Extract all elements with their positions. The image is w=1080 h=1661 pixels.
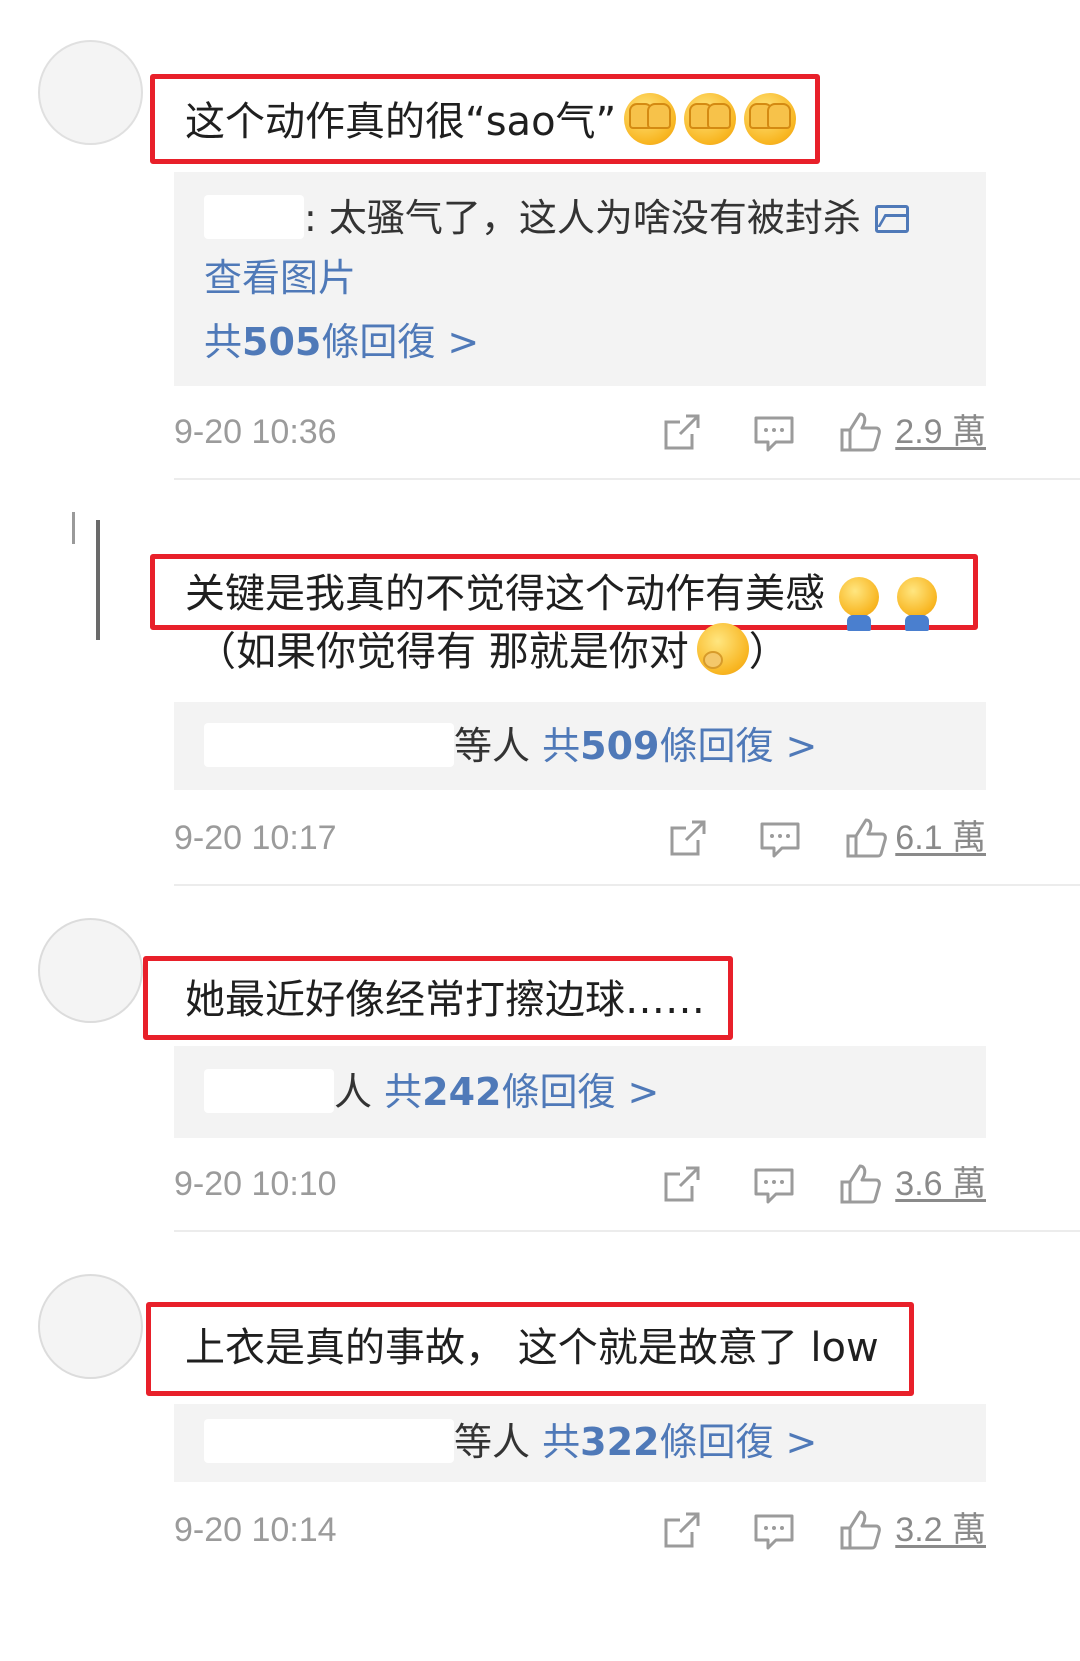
comment-meta-bar: 9-20 10:14 3.2 萬 <box>174 1500 986 1560</box>
comment-card-3: 她最近好像经常打擦边球…… 人 共242條回復 > 9-20 10:10 3.6… <box>0 888 1080 1234</box>
replies-suffix: 條回復 > <box>659 724 818 768</box>
replies-suffix: 條回復 > <box>659 1420 818 1464</box>
comment-text-content: 她最近好像经常打擦边球…… <box>185 977 705 1023</box>
reply-preview-block[interactable]: 等人 共322條回復 > <box>174 1404 986 1482</box>
comment-icon[interactable] <box>752 1162 796 1206</box>
comment-card-2: 关键是我真的不觉得这个动作有美感 （如果你觉得有 那就是你对 ） 等人 共509條… <box>0 480 1080 888</box>
comment-time: 9-20 10:14 <box>174 1511 337 1549</box>
comment-text-content: 关键是我真的不觉得这个动作有美感 <box>185 571 825 617</box>
comment-text: 关键是我真的不觉得这个动作有美感 <box>185 562 1050 631</box>
reply-preview-block[interactable]: : 太骚气了，这人为啥没有被封杀 查看图片 共505條回復 > <box>174 172 986 386</box>
replies-count: 509 <box>580 724 660 768</box>
face-covering-eyes-emoji-icon <box>624 93 677 145</box>
comment-card-4: 上衣是真的事故， 这个就是故意了 low 等人 共322條回復 > 9-20 1… <box>0 1234 1080 1661</box>
redacted-username <box>204 195 304 239</box>
comment-subtext: （如果你觉得有 那就是你对 ） <box>196 622 789 682</box>
replies-prefix: 共 <box>542 724 581 768</box>
comment-card-1: 这个动作真的很“sao气” : 太骚气了，这人为啥没有被封杀 查看图片 共505… <box>0 0 1080 480</box>
thumbs-up-icon[interactable] <box>838 410 882 454</box>
sweat-smile-emoji-icon <box>839 577 879 631</box>
comment-time: 9-20 10:36 <box>174 413 337 451</box>
replies-prefix: 共 <box>384 1070 423 1114</box>
view-image-label: 查看图片 <box>204 256 357 300</box>
comment-text-content: 这个动作真的很“sao气” <box>185 99 617 145</box>
thumbs-up-icon[interactable] <box>838 1508 882 1552</box>
redacted-usernames <box>204 723 454 767</box>
comment-icon[interactable] <box>752 410 796 454</box>
thinking-face-emoji-icon <box>696 623 749 675</box>
replies-count: 505 <box>242 320 322 364</box>
replies-count: 322 <box>580 1420 660 1464</box>
divider <box>174 884 1080 886</box>
view-replies-line: 人 共242條回復 > <box>204 1064 659 1120</box>
comment-time: 9-20 10:17 <box>174 819 337 857</box>
comment-meta-bar: 9-20 10:17 6.1 萬 <box>174 808 986 868</box>
reply-preview-block[interactable]: 人 共242條回復 > <box>174 1046 986 1138</box>
comment-icon[interactable] <box>752 1508 796 1552</box>
like-count[interactable]: 2.9 萬 <box>895 402 986 462</box>
view-replies-link[interactable]: 共509條回復 > <box>542 724 817 768</box>
view-image-link[interactable]: 查看图片 <box>204 250 356 306</box>
comment-text: 她最近好像经常打擦边球…… <box>185 968 1050 1032</box>
view-replies-link[interactable]: 共505條回復 > <box>204 314 479 370</box>
reply-preview-block[interactable]: 等人 共509條回復 > <box>174 702 986 790</box>
reply-others-label: 等人 <box>454 724 531 768</box>
view-replies-line: 等人 共509條回復 > <box>204 718 817 774</box>
replies-suffix: 條回復 > <box>501 1070 660 1114</box>
face-covering-eyes-emoji-icon <box>684 93 737 145</box>
redacted-usernames <box>204 1419 454 1463</box>
reply-others-label: 等人 <box>454 1420 531 1464</box>
comment-icon[interactable] <box>758 816 802 860</box>
comment-text: 上衣是真的事故， 这个就是故意了 low <box>185 1316 1050 1380</box>
like-count[interactable]: 3.6 萬 <box>895 1154 986 1214</box>
replies-count: 242 <box>422 1070 502 1114</box>
face-covering-eyes-emoji-icon <box>744 93 797 145</box>
reply-preview-text: : 太骚气了，这人为啥没有被封杀 <box>304 196 861 240</box>
reply-others-label: 人 <box>334 1070 373 1114</box>
comment-text-content: 上衣是真的事故， 这个就是故意了 low <box>185 1325 879 1371</box>
image-icon <box>874 205 909 233</box>
comment-subtext-end: ） <box>748 629 789 675</box>
sweat-smile-emoji-icon <box>897 577 937 631</box>
avatar[interactable] <box>38 1274 143 1379</box>
avatar[interactable] <box>38 510 143 640</box>
comment-text: 这个动作真的很“sao气” <box>185 90 1050 154</box>
share-icon[interactable] <box>660 1162 704 1206</box>
like-count[interactable]: 6.1 萬 <box>895 808 986 868</box>
share-icon[interactable] <box>666 816 710 860</box>
redacted-usernames <box>204 1069 334 1113</box>
avatar[interactable] <box>38 918 143 1023</box>
replies-suffix: 條回復 > <box>321 320 480 364</box>
comment-meta-bar: 9-20 10:36 2.9 萬 <box>174 402 986 462</box>
view-replies-link[interactable]: 共322條回復 > <box>542 1420 817 1464</box>
replies-prefix: 共 <box>204 320 243 364</box>
avatar[interactable] <box>38 40 143 145</box>
thumbs-up-icon[interactable] <box>838 1162 882 1206</box>
view-replies-link[interactable]: 共242條回復 > <box>384 1070 659 1114</box>
share-icon[interactable] <box>660 1508 704 1552</box>
replies-prefix: 共 <box>542 1420 581 1464</box>
thumbs-up-icon[interactable] <box>844 816 888 860</box>
comment-subtext-content: （如果你觉得有 那就是你对 <box>196 629 689 675</box>
share-icon[interactable] <box>660 410 704 454</box>
comment-meta-bar: 9-20 10:10 3.6 萬 <box>174 1154 986 1214</box>
reply-preview-line: : 太骚气了，这人为啥没有被封杀 <box>204 190 909 246</box>
like-count[interactable]: 3.2 萬 <box>895 1500 986 1560</box>
view-replies-line: 等人 共322條回復 > <box>204 1414 817 1470</box>
comment-time: 9-20 10:10 <box>174 1165 337 1203</box>
divider <box>174 1230 1080 1232</box>
